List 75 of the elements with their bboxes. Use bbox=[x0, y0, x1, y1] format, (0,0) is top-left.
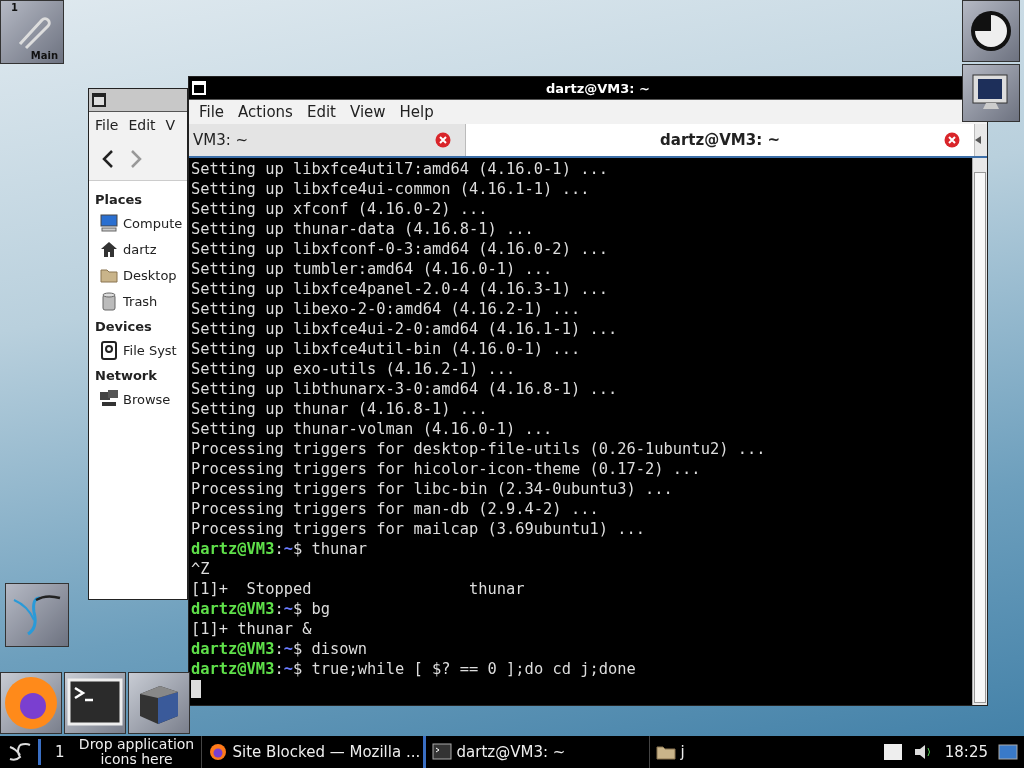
terminal-line: dartz@VM3:~$ true;while [ $? == 0 ];do cd j;done bbox=[191, 659, 637, 679]
sidebar-heading: Network bbox=[95, 368, 158, 383]
menu-item[interactable]: Actions bbox=[238, 103, 293, 121]
window-menu-button[interactable] bbox=[92, 93, 106, 107]
launcher-button[interactable] bbox=[0, 672, 62, 734]
taskbar-task[interactable]: j bbox=[648, 736, 769, 768]
terminal-line: Setting up libthunarx-3-0:amd64 (4.16.8-1) ... bbox=[191, 379, 619, 399]
terminal-line: Setting up libxfce4panel-2.0-4 (4.16.3-1) ... bbox=[191, 279, 609, 299]
terminal-tab[interactable]: VM3: ~ bbox=[189, 124, 466, 156]
menu-item[interactable]: View bbox=[349, 103, 386, 121]
terminal-line: Setting up libxfce4ui-common (4.16.1-1) ... bbox=[191, 179, 591, 199]
trash-icon bbox=[99, 291, 119, 311]
scrollbar[interactable] bbox=[972, 158, 987, 705]
terminal-line: Setting up libxfce4ui-2-0:amd64 (4.16.1-1) ... bbox=[191, 319, 619, 339]
menu-item[interactable]: V bbox=[165, 117, 176, 133]
home-icon bbox=[99, 239, 119, 259]
terminal-line: [1]+ thunar & bbox=[191, 619, 313, 639]
launcher-button[interactable] bbox=[5, 583, 69, 647]
taskbar-task[interactable]: dartz@VM3: ~ bbox=[422, 736, 649, 768]
sidebar-item[interactable]: Compute bbox=[95, 210, 185, 236]
menu-item[interactable]: Edit bbox=[306, 103, 336, 121]
close-icon[interactable] bbox=[944, 132, 960, 148]
terminal-line: Processing triggers for hicolor-icon-theme (0.17-2) ... bbox=[191, 459, 702, 479]
menu-item[interactable]: File bbox=[199, 103, 225, 121]
menu-item[interactable]: File bbox=[95, 117, 119, 133]
computer-icon bbox=[99, 213, 119, 233]
pie-icon bbox=[969, 9, 1013, 53]
desktop-shortcut[interactable] bbox=[962, 0, 1020, 62]
drive-icon bbox=[99, 340, 119, 360]
terminal-line: ^Z bbox=[191, 559, 211, 579]
terminal-line: Processing triggers for mailcap (3.69ubuntu1) ... bbox=[191, 519, 647, 539]
terminal-line: Processing triggers for libc-bin (2.34-0ubuntu3) ... bbox=[191, 479, 674, 499]
terminal-line: dartz@VM3:~$ bg bbox=[191, 599, 332, 619]
terminal-line: Setting up thunar (4.16.8-1) ... bbox=[191, 399, 489, 419]
terminal-line: Setting up libxfce4util7:amd64 (4.16.0-1) ... bbox=[191, 159, 609, 179]
terminal-line: Processing triggers for man-db (2.9.4-2) ... bbox=[191, 499, 600, 519]
sidebar-item[interactable]: Browse bbox=[95, 386, 185, 412]
terminal-line: Setting up libxfce4util-bin (4.16.0-1) ... bbox=[191, 339, 582, 359]
terminal-icon bbox=[67, 678, 123, 728]
sidebar-item[interactable]: Desktop bbox=[95, 262, 185, 288]
sidebar-heading: Places bbox=[95, 192, 144, 207]
network-icon bbox=[99, 389, 119, 409]
terminal-line: dartz@VM3:~$ thunar bbox=[191, 539, 369, 559]
terminal-line: Setting up libxfconf-0-3:amd64 (4.16.0-2) ... bbox=[191, 239, 609, 259]
workspace-pager[interactable]: 1 Main bbox=[0, 0, 64, 64]
close-icon[interactable] bbox=[435, 132, 451, 148]
terminal-line: [1]+ Stopped thunar bbox=[191, 579, 526, 599]
terminal-icon bbox=[431, 742, 452, 762]
workspace-button[interactable]: 1 bbox=[47, 743, 73, 761]
desktop-shortcut[interactable] bbox=[962, 64, 1020, 122]
terminal-line: Setting up libexo-2-0:amd64 (4.16.2-1) ... bbox=[191, 299, 582, 319]
terminal-line: Setting up xfconf (4.16.0-2) ... bbox=[191, 199, 489, 219]
launcher-hint: Drop application icons here bbox=[77, 737, 196, 767]
sidebar-heading: Devices bbox=[95, 319, 153, 334]
firefox-icon bbox=[207, 742, 228, 762]
terminal-line: dartz@VM3:~$ disown bbox=[191, 639, 369, 659]
terminal-tab[interactable]: dartz@VM3: ~ bbox=[466, 124, 975, 156]
drive-icon[interactable] bbox=[882, 743, 903, 761]
launcher-button[interactable] bbox=[128, 672, 190, 734]
launcher-button[interactable] bbox=[64, 672, 126, 734]
terminal-line: Setting up exo-utils (4.16.2-1) ... bbox=[191, 359, 517, 379]
terminal-line: Setting up thunar-volman (4.16.0-1) ... bbox=[191, 419, 554, 439]
clock[interactable]: 18:25 bbox=[944, 743, 988, 761]
terminal-line: Setting up tumbler:amd64 (4.16.0-1) ... bbox=[191, 259, 554, 279]
menu-item[interactable]: Help bbox=[399, 103, 434, 121]
text-cursor bbox=[191, 680, 201, 698]
sidebar-item[interactable]: dartz bbox=[95, 236, 185, 262]
terminal-line: Setting up thunar-data (4.16.8-1) ... bbox=[191, 219, 535, 239]
terminal-line: Processing triggers for desktop-file-utils (0.26-1ubuntu2) ... bbox=[191, 439, 767, 459]
window-title: dartz@VM3: ~ bbox=[545, 80, 651, 96]
sidebar-item[interactable]: Trash bbox=[95, 288, 185, 314]
taskbar-task[interactable]: Site Blocked — Mozilla ... bbox=[200, 736, 423, 768]
sidebar-item[interactable]: File Syst bbox=[95, 337, 185, 363]
menu-item[interactable]: Edit bbox=[128, 117, 156, 133]
firefox-icon bbox=[3, 675, 59, 731]
